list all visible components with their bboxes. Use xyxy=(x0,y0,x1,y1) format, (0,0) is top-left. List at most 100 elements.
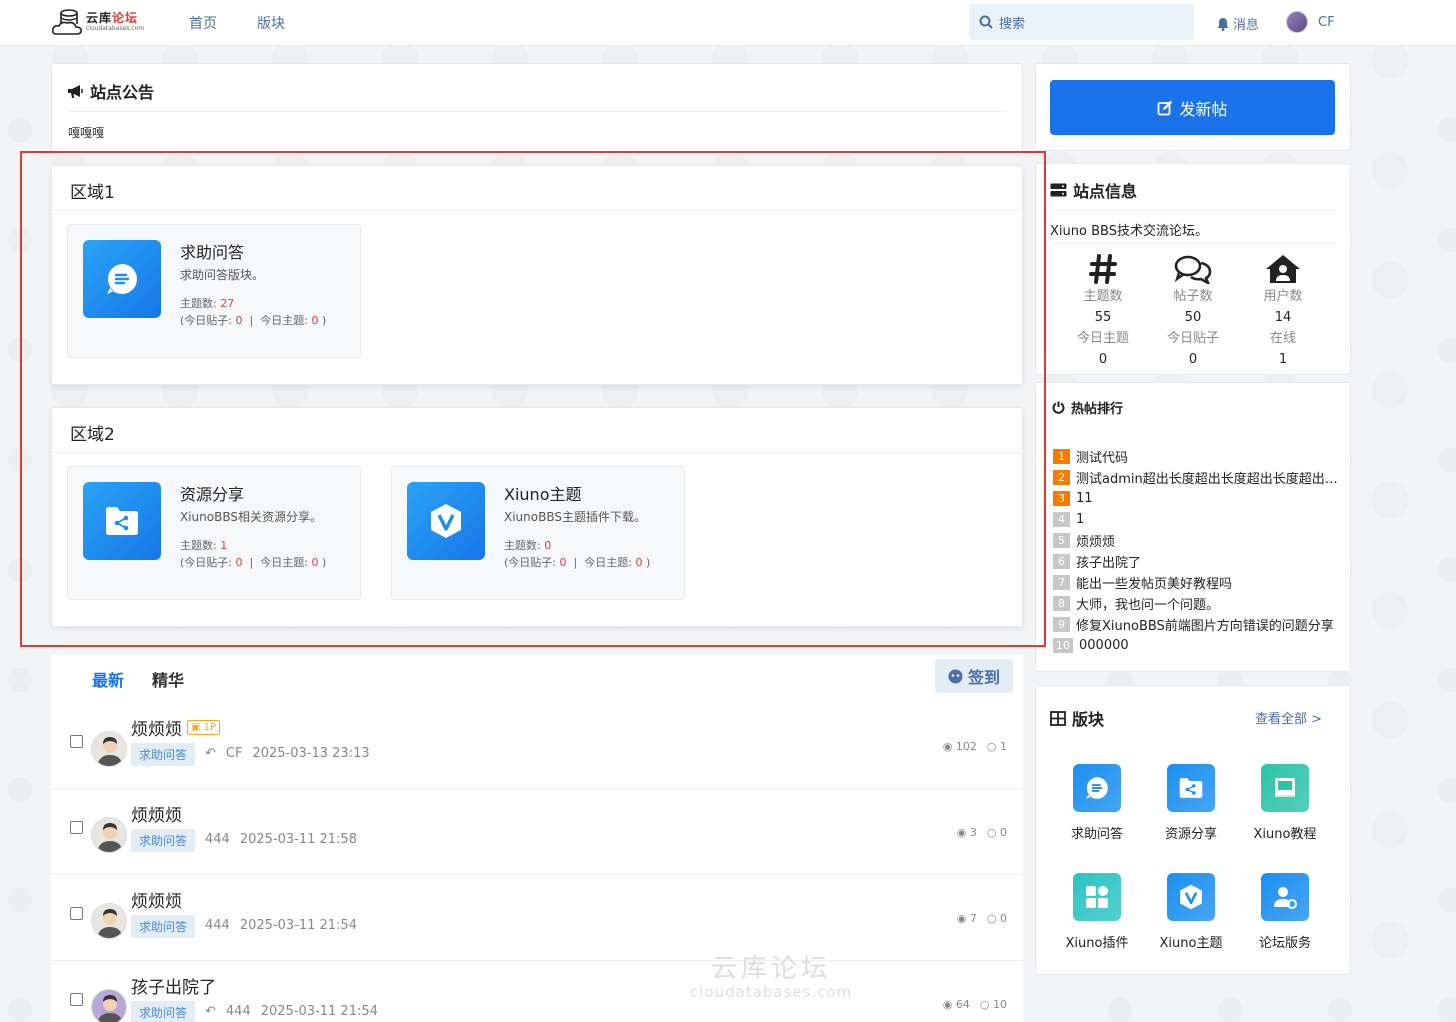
hot-thread-title[interactable]: 修复XiunoBBS前端图片方向错误的问题分享 xyxy=(1076,615,1334,634)
thread-row[interactable]: 烦烦烦 求助问答 444 2025-03-11 21:54 ◉ 7 ○ 0 xyxy=(51,875,1023,961)
board-item[interactable]: Xiuno主题 xyxy=(1151,873,1231,951)
stat-value: 55 xyxy=(1094,310,1112,325)
forum-card-themes[interactable]: Xiuno主题 XiunoBBS主题插件下载。 主题数: 0 (今日贴子: 0 … xyxy=(391,466,685,600)
thread-row[interactable]: 烦烦烦 ▣ 1P 求助问答 ↶ CF 2025-03-13 23:13 ◉ 102 ○ … xyxy=(51,703,1023,789)
nav-home[interactable]: 首页 xyxy=(189,13,217,33)
eye-icon: ◉ xyxy=(956,826,967,839)
forum-card-qa[interactable]: 求助问答 求助问答版块。 主题数: 27 (今日贴子: 0 | 今日主题: 0 … xyxy=(67,224,361,358)
board-item[interactable]: Xiuno教程 xyxy=(1245,764,1325,842)
hot-thread-item[interactable]: 3 11 xyxy=(1053,488,1343,508)
hot-thread-item[interactable]: 2 测试admin超出长度超出长度超出长度超出长度 xyxy=(1053,467,1343,487)
avatar[interactable] xyxy=(91,817,127,853)
thread-title[interactable]: 烦烦烦 xyxy=(131,801,182,826)
stat-topics: 主题数 55 今日主题 0 xyxy=(1058,252,1148,370)
thread-author[interactable]: CF xyxy=(226,746,243,761)
forum-tag[interactable]: 求助问答 xyxy=(131,743,196,766)
forum-tag[interactable]: 求助问答 xyxy=(131,829,196,852)
board-item[interactable]: 论坛版务 xyxy=(1245,873,1325,951)
forum-name: Xiuno主题 xyxy=(504,485,582,504)
hot-thread-title[interactable]: 大师，我也问一个问题。 xyxy=(1076,594,1219,613)
rank-badge: 8 xyxy=(1053,595,1070,611)
thread-author[interactable]: 444 xyxy=(205,832,230,847)
thread-author[interactable]: 444 xyxy=(226,1004,251,1019)
announcement-body: 嘎嘎嘎 xyxy=(68,126,105,140)
site-info-desc: Xiuno BBS技术交流论坛。 xyxy=(1050,224,1208,239)
thread-checkbox[interactable] xyxy=(70,735,83,748)
thread-time: 2025-03-11 21:54 xyxy=(239,918,357,933)
hot-thread-item[interactable]: 41 xyxy=(1053,509,1343,529)
thread-checkbox[interactable] xyxy=(70,821,83,834)
thread-checkbox[interactable] xyxy=(70,993,83,1006)
forum-desc: XiunoBBS主题插件下载。 xyxy=(504,510,646,524)
board-label: Xiuno主题 xyxy=(1159,936,1223,951)
rank-badge: 2 xyxy=(1053,469,1070,485)
hot-thread-title[interactable]: 测试admin超出长度超出长度超出长度超出长度 xyxy=(1076,468,1343,487)
board-item[interactable]: 求助问答 xyxy=(1057,764,1137,842)
today-topics-count: 0 xyxy=(311,314,319,327)
hot-thread-title[interactable]: 11 xyxy=(1076,491,1093,506)
new-post-button[interactable]: 发新帖 xyxy=(1050,80,1335,135)
avatar[interactable] xyxy=(91,989,127,1022)
search-input[interactable]: 搜索 xyxy=(969,4,1194,40)
thread-row[interactable]: 烦烦烦 求助问答 444 2025-03-11 21:58 ◉ 3 ○ 0 xyxy=(51,789,1023,875)
user-menu[interactable]: CF xyxy=(1286,11,1335,33)
hot-thread-title[interactable]: 000000 xyxy=(1079,638,1129,653)
stat-sub-label: 今日贴子 xyxy=(1166,331,1219,346)
thread-title[interactable]: 烦烦烦 xyxy=(131,715,182,740)
hot-thread-title[interactable]: 能出一些发帖页美好教程吗 xyxy=(1076,573,1232,592)
forum-tag[interactable]: 求助问答 xyxy=(131,915,196,938)
messages-link[interactable]: 消息 xyxy=(1216,14,1259,33)
hot-thread-item[interactable]: 8 大师，我也问一个问题。 xyxy=(1053,593,1343,613)
username: CF xyxy=(1318,14,1335,30)
hot-thread-title[interactable]: 1 xyxy=(1076,512,1084,527)
hot-thread-title[interactable]: 烦烦烦 xyxy=(1076,531,1115,550)
thread-time: 2025-03-11 21:54 xyxy=(260,1004,378,1019)
board-label: 论坛版务 xyxy=(1258,936,1311,951)
hot-thread-item[interactable]: 10 000000 xyxy=(1053,635,1343,655)
hot-thread-item[interactable]: 5 烦烦烦 xyxy=(1053,530,1343,550)
forum-desc: 求助问答版块。 xyxy=(180,268,265,282)
board-label: 资源分享 xyxy=(1164,827,1217,842)
thread-title[interactable]: 孩子出院了 xyxy=(131,973,216,998)
thread-row[interactable]: 孩子出院了 求助问答 ↶ 444 2025-03-11 21:54 ◉ 64 ○ 10 xyxy=(51,961,1023,1022)
hot-thread-item[interactable]: 1 测试代码 xyxy=(1053,446,1343,466)
thread-author[interactable]: 444 xyxy=(205,918,230,933)
today-topics-count: 0 xyxy=(635,556,643,569)
topics-label: 主题数: xyxy=(180,539,217,552)
image-icon: ▣ xyxy=(191,722,204,733)
board-item[interactable]: 资源分享 xyxy=(1151,764,1231,842)
logo-subtitle: cloudatabases.com xyxy=(86,25,145,32)
hot-thread-item[interactable]: 7 能出一些发帖页美好教程吗 xyxy=(1053,572,1343,592)
tab-latest[interactable]: 最新 xyxy=(92,667,124,691)
today-posts-label: (今日贴子: xyxy=(180,556,232,569)
stat-value: 14 xyxy=(1274,310,1292,325)
topics-count: 27 xyxy=(220,297,235,310)
avatar[interactable] xyxy=(91,903,127,939)
reply-icon: ↶ xyxy=(205,1004,216,1019)
forum-name: 求助问答 xyxy=(180,243,245,262)
hot-thread-title[interactable]: 测试代码 xyxy=(1076,447,1128,466)
search-icon xyxy=(979,15,993,29)
thread-time: 2025-03-13 23:13 xyxy=(252,746,370,761)
nav-forums[interactable]: 版块 xyxy=(257,13,285,33)
board-item[interactable]: Xiuno插件 xyxy=(1057,873,1137,951)
thread-title[interactable]: 烦烦烦 xyxy=(131,887,182,912)
tab-featured[interactable]: 精华 xyxy=(152,667,184,691)
stat-sub-value: 1 xyxy=(1278,352,1288,367)
reply-count: 10 xyxy=(993,998,1007,1011)
rank-badge: 1 xyxy=(1053,448,1070,464)
site-logo[interactable]: 云库论坛 cloudatabases.com xyxy=(52,6,156,38)
hot-thread-item[interactable]: 9 修复XiunoBBS前端图片方向错误的问题分享 xyxy=(1053,614,1343,634)
avatar[interactable] xyxy=(91,731,127,767)
topics-label: 主题数: xyxy=(504,539,541,552)
forum-card-resources[interactable]: 资源分享 XiunoBBS相关资源分享。 主题数: 1 (今日贴子: 0 | 今… xyxy=(67,466,361,600)
hot-thread-item[interactable]: 6 孩子出院了 xyxy=(1053,551,1343,571)
user-gear-icon xyxy=(1261,873,1309,921)
comment-icon: ○ xyxy=(986,740,997,753)
signin-button[interactable]: 签到 xyxy=(935,659,1013,693)
board-label: 求助问答 xyxy=(1070,827,1123,842)
view-all-link[interactable]: 查看全部 > xyxy=(1255,708,1322,727)
thread-checkbox[interactable] xyxy=(70,907,83,920)
forum-tag[interactable]: 求助问答 xyxy=(131,1001,196,1022)
hot-thread-title[interactable]: 孩子出院了 xyxy=(1076,552,1141,571)
